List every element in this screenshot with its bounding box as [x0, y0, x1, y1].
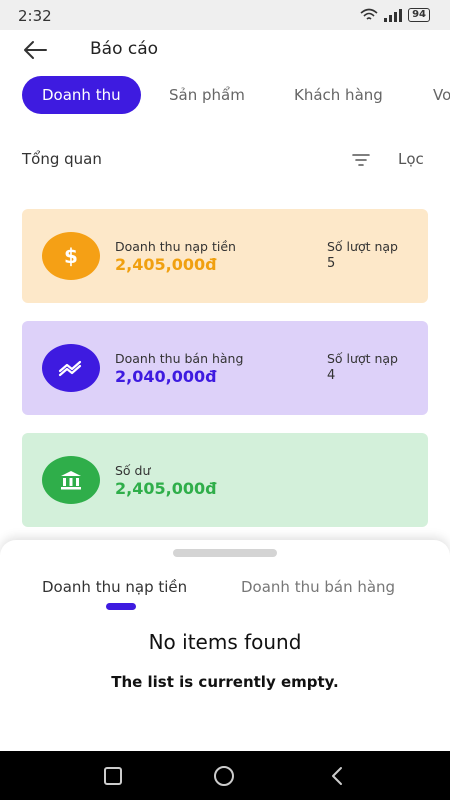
back-arrow-icon[interactable]: [22, 40, 48, 60]
tab-products[interactable]: Sản phẩm: [169, 76, 245, 114]
empty-state-subtitle: The list is currently empty.: [111, 673, 339, 691]
drag-handle[interactable]: [173, 549, 277, 557]
tab-customers[interactable]: Khách hàng: [294, 76, 383, 114]
tab-revenue[interactable]: Doanh thu: [22, 76, 141, 114]
balance-card: Số dư 2,405,000đ: [22, 433, 428, 527]
app-header: Báo cáo: [0, 30, 450, 70]
card-label: Doanh thu bán hàng: [115, 351, 244, 366]
signal-icon: [384, 8, 403, 22]
status-time: 2:32: [18, 7, 52, 25]
card-label: Số dư: [115, 463, 151, 478]
count-label: Số lượt nạp: [327, 351, 398, 366]
count-value: 4: [327, 368, 336, 383]
empty-state-title: No items found: [148, 630, 302, 654]
trending-icon: [42, 344, 100, 392]
sales-revenue-card: Doanh thu bán hàng 2,040,000đ Số lượt nạ…: [22, 321, 428, 415]
tab-overflow[interactable]: Vo: [433, 76, 450, 114]
home-icon[interactable]: [212, 764, 236, 788]
back-nav-icon[interactable]: [326, 764, 350, 788]
card-label: Doanh thu nạp tiền: [115, 239, 236, 254]
bank-icon: [42, 456, 100, 504]
topup-revenue-card: $ Doanh thu nạp tiền 2,405,000đ Số lượt …: [22, 209, 428, 303]
wifi-icon: [360, 8, 378, 20]
filter-icon[interactable]: [352, 153, 370, 167]
sheet-tab-sales[interactable]: Doanh thu bán hàng: [241, 578, 395, 596]
dollar-icon: $: [42, 232, 100, 280]
sheet-tab-topup[interactable]: Doanh thu nạp tiền: [42, 578, 187, 596]
recents-icon[interactable]: [101, 764, 125, 788]
bottom-sheet: Doanh thu nạp tiền Doanh thu bán hàng No…: [0, 540, 450, 751]
card-amount: 2,405,000đ: [115, 255, 217, 274]
status-bar: 2:32 94: [0, 0, 450, 30]
svg-text:$: $: [64, 244, 78, 268]
battery-indicator: 94: [408, 8, 430, 22]
card-amount: 2,405,000đ: [115, 479, 217, 498]
page-title: Báo cáo: [90, 39, 159, 59]
count-value: 5: [327, 256, 336, 271]
report-tabs: Doanh thu Sản phẩm Khách hàng Vo: [0, 70, 450, 122]
system-nav-bar: [0, 751, 450, 800]
active-tab-indicator: [106, 603, 136, 610]
card-amount: 2,040,000đ: [115, 367, 217, 386]
count-label: Số lượt nạp: [327, 239, 398, 254]
filter-button[interactable]: Lọc: [398, 150, 424, 168]
overview-title: Tổng quan: [22, 150, 102, 168]
status-icons: 94: [360, 8, 430, 22]
